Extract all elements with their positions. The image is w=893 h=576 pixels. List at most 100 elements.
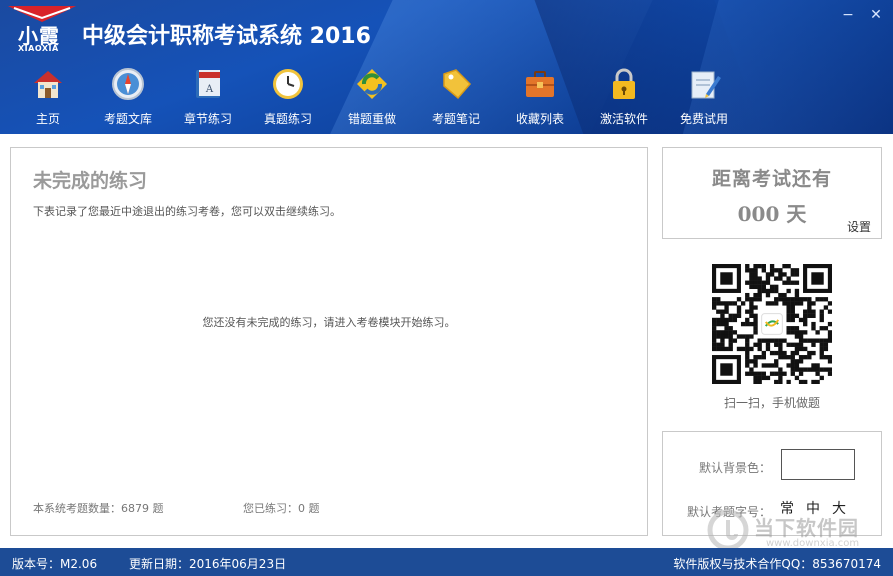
qr-module <box>778 268 783 273</box>
toolbar-redo-mistakes-button[interactable]: 错题重做 <box>332 66 412 127</box>
qr-module <box>798 317 804 323</box>
toolbar-label: 收藏列表 <box>515 112 564 126</box>
qr-module <box>782 355 787 360</box>
qr-module <box>753 280 758 285</box>
qr-module <box>728 334 733 339</box>
qr-module <box>753 355 758 360</box>
toolbar-free-trial-button[interactable]: 免费试用 <box>664 66 744 127</box>
qr-module <box>794 375 800 381</box>
toolbar-question-bank-button[interactable]: 考题文库 <box>88 66 168 127</box>
qr-module <box>794 280 800 285</box>
qr-module <box>811 309 816 314</box>
qr-module <box>807 301 812 306</box>
qr-module <box>712 301 717 306</box>
qr-module <box>811 379 816 385</box>
qr-module <box>749 359 754 364</box>
qr-module <box>749 301 754 306</box>
qr-module <box>786 288 791 294</box>
qr-module <box>753 284 758 290</box>
unfinished-practice-panel: 未完成的练习 下表记录了您最近中途退出的练习考卷，您可以双击继续练习。 您还没有… <box>10 147 648 536</box>
qr-module <box>736 346 742 352</box>
qr-module <box>790 350 795 356</box>
qr-module <box>716 321 721 327</box>
qr-module <box>794 346 800 352</box>
countdown-settings-link[interactable]: 设置 <box>847 218 871 235</box>
qr-module <box>753 371 758 376</box>
qr-module <box>736 297 742 302</box>
qr-module <box>790 313 795 318</box>
qr-module <box>827 367 833 372</box>
app-header: 小霞 XIAOXIA 中级会计职称考试系统 2016 − ✕ 主页 考题文库 A… <box>0 0 893 134</box>
update-date: 更新日期：2016年06月23日 <box>129 557 287 571</box>
qr-module <box>728 330 733 335</box>
toolbar-label: 真题练习 <box>263 112 312 126</box>
qr-module <box>740 301 746 306</box>
toolbar-chapter-practice-button[interactable]: A 章节练习 <box>168 66 248 127</box>
qr-module <box>761 280 766 285</box>
qr-module <box>782 297 787 302</box>
qr-module <box>786 330 791 335</box>
qr-module <box>827 355 833 360</box>
qr-module <box>728 326 733 331</box>
qr-module <box>753 326 758 331</box>
qr-module <box>790 280 795 285</box>
qr-module <box>811 338 816 343</box>
app-title: 中级会计职称考试系统 2016 <box>82 24 371 49</box>
toolbar-label: 考题笔记 <box>431 112 480 126</box>
qr-module <box>819 317 824 323</box>
qr-module <box>712 326 717 331</box>
qr-module <box>757 284 762 290</box>
toolbar-notes-button[interactable]: 考题笔记 <box>416 66 496 127</box>
qr-module <box>786 363 791 368</box>
qr-module <box>803 313 808 318</box>
qr-module <box>724 330 729 335</box>
qr-module <box>811 363 816 368</box>
qr-module <box>732 313 738 318</box>
toolbar-home-button[interactable]: 主页 <box>8 66 88 127</box>
background-color-picker[interactable] <box>781 449 855 480</box>
qr-module <box>745 342 750 347</box>
qr-module <box>732 330 738 335</box>
qr-module <box>782 338 787 343</box>
qr-module <box>811 326 816 331</box>
lock-icon <box>613 68 635 99</box>
toolbar-real-exam-button[interactable]: 真题练习 <box>248 66 328 127</box>
qr-module <box>712 297 717 302</box>
qr-module <box>728 313 733 318</box>
toolbar-favorites-button[interactable]: 收藏列表 <box>500 66 580 127</box>
qr-module <box>745 280 750 285</box>
qr-module <box>815 379 820 385</box>
minimize-button[interactable]: − <box>841 8 855 22</box>
qr-module <box>749 280 754 285</box>
background-color-label: 默认背景色： <box>699 461 772 475</box>
qr-module <box>778 355 783 360</box>
qr-module <box>774 284 779 290</box>
toolbar-activate-button[interactable]: 激活软件 <box>584 66 664 127</box>
panel-description: 下表记录了您最近中途退出的练习考卷，您可以双击继续练习。 <box>33 205 341 218</box>
qr-module <box>753 313 758 318</box>
app-logo: 小霞 XIAOXIA <box>6 4 78 56</box>
qr-module <box>794 326 800 331</box>
qr-module <box>720 321 725 327</box>
site-watermark: 当下软件园 www.downxia.com <box>706 508 886 552</box>
close-button[interactable]: ✕ <box>869 8 883 22</box>
qr-module <box>753 321 758 327</box>
panel-title: 未完成的练习 <box>33 170 148 192</box>
qr-module <box>745 371 750 376</box>
qr-module <box>732 338 738 343</box>
qr-module <box>790 301 795 306</box>
qr-module <box>757 342 762 347</box>
qr-module <box>823 367 829 372</box>
qr-module <box>740 334 746 339</box>
qr-module <box>798 334 804 339</box>
qr-module <box>794 292 800 298</box>
qr-module <box>712 338 717 343</box>
total-questions-count: 本系统考题数量：6879 题 <box>33 502 164 515</box>
qr-module <box>765 280 771 285</box>
qr-module <box>765 346 771 352</box>
qr-module <box>794 359 800 364</box>
qr-module <box>732 301 738 306</box>
qr-module <box>786 297 791 302</box>
qr-module <box>827 321 833 327</box>
qr-module <box>712 330 717 335</box>
